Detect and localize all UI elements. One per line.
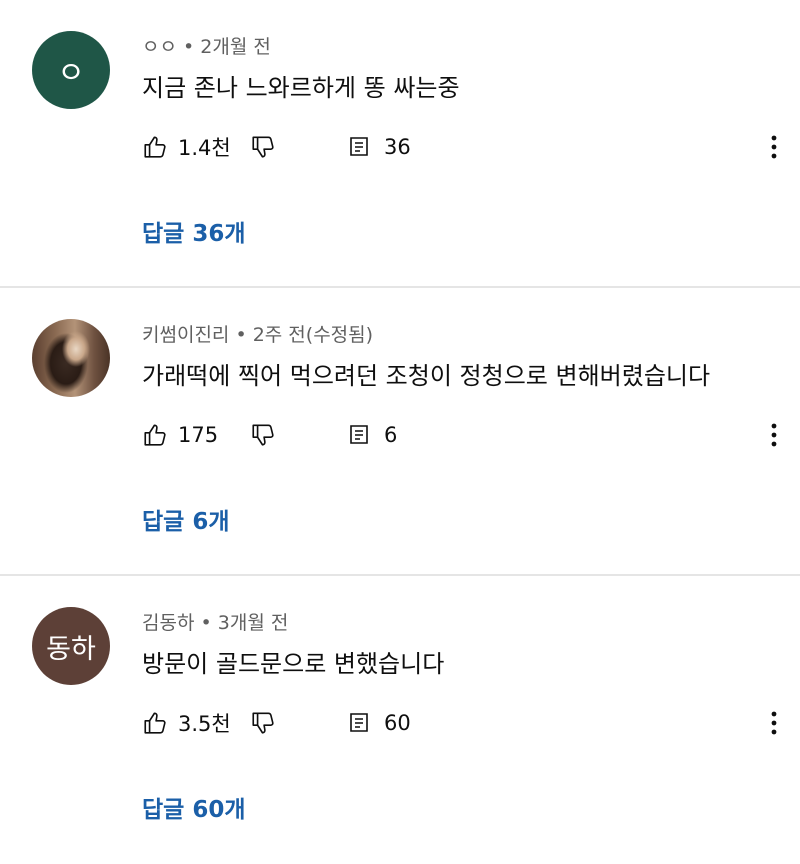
dislike-button[interactable] [250, 130, 276, 164]
meta-separator: • [194, 612, 218, 634]
comment-item: 동하 김동하 • 3개월 전 방문이 골드문으로 변했습니다 3.5천 60 답… [0, 576, 800, 864]
avatar[interactable]: ㅇ [32, 31, 110, 109]
like-count: 3.5천 [178, 712, 231, 736]
thumb-down-icon [250, 710, 276, 736]
more-options-button[interactable] [764, 130, 784, 164]
comment-list: ㅇ ㅇㅇ • 2개월 전 지금 존나 느와르하게 똥 싸는중 1.4천 36 답… [0, 0, 800, 864]
reply-button[interactable]: 60 [348, 706, 411, 740]
meta-separator: • [176, 36, 201, 58]
more-options-button[interactable] [764, 418, 784, 452]
thumb-down-icon [250, 134, 276, 160]
comment-icon [348, 135, 372, 159]
more-options-button[interactable] [764, 706, 784, 740]
dislike-button[interactable] [250, 418, 276, 452]
view-replies-link[interactable]: 답글 36개 [142, 214, 246, 248]
comment-actions: 1.4천 36 [142, 130, 782, 164]
reply-count: 36 [384, 135, 411, 159]
comment-item: ㅇ ㅇㅇ • 2개월 전 지금 존나 느와르하게 똥 싸는중 1.4천 36 답… [0, 0, 800, 288]
view-replies-link[interactable]: 답글 6개 [142, 502, 230, 536]
avatar[interactable] [32, 319, 110, 397]
reply-button[interactable]: 6 [348, 418, 397, 452]
avatar[interactable]: 동하 [32, 607, 110, 685]
like-count: 175 [178, 423, 219, 447]
reply-count: 60 [384, 711, 411, 735]
comment-time: 3개월 전 [217, 612, 289, 634]
more-vertical-icon [770, 134, 778, 160]
like-count: 1.4천 [178, 136, 231, 160]
avatar-initial: 동하 [46, 633, 96, 665]
author-name[interactable]: 키썸이진리 [142, 324, 229, 346]
reply-count: 6 [384, 423, 398, 447]
like-button[interactable]: 3.5천 [142, 706, 231, 740]
comment-item: 키썸이진리 • 2주 전(수정됨) 가래떡에 찍어 먹으려던 조청이 정청으로 … [0, 288, 800, 576]
like-button[interactable]: 1.4천 [142, 130, 231, 164]
comment-icon [348, 423, 372, 447]
thumb-up-icon [142, 422, 168, 448]
author-name[interactable]: 김동하 [142, 612, 194, 634]
reply-button[interactable]: 36 [348, 130, 411, 164]
comment-meta: ㅇㅇ • 2개월 전 [142, 32, 271, 59]
view-replies-link[interactable]: 답글 60개 [142, 790, 246, 824]
comment-text: 지금 존나 느와르하게 똥 싸는중 [142, 74, 460, 102]
comment-time: 2주 전(수정됨) [252, 324, 374, 346]
more-vertical-icon [770, 710, 778, 736]
meta-separator: • [229, 324, 253, 346]
comment-actions: 3.5천 60 [142, 706, 782, 740]
comment-actions: 175 6 [142, 418, 782, 452]
thumb-up-icon [142, 134, 168, 160]
comment-meta: 김동하 • 3개월 전 [142, 608, 288, 635]
comment-time: 2개월 전 [200, 36, 271, 58]
comment-icon [348, 711, 372, 735]
comment-meta: 키썸이진리 • 2주 전(수정됨) [142, 320, 373, 347]
comment-text: 가래떡에 찍어 먹으려던 조청이 정청으로 변해버렸습니다 [142, 362, 711, 390]
comment-text: 방문이 골드문으로 변했습니다 [142, 650, 445, 678]
more-vertical-icon [770, 422, 778, 448]
dislike-button[interactable] [250, 706, 276, 740]
thumb-down-icon [250, 422, 276, 448]
avatar-initial: ㅇ [57, 56, 85, 91]
like-button[interactable]: 175 [142, 418, 218, 452]
thumb-up-icon [142, 710, 168, 736]
author-name[interactable]: ㅇㅇ [142, 36, 177, 58]
